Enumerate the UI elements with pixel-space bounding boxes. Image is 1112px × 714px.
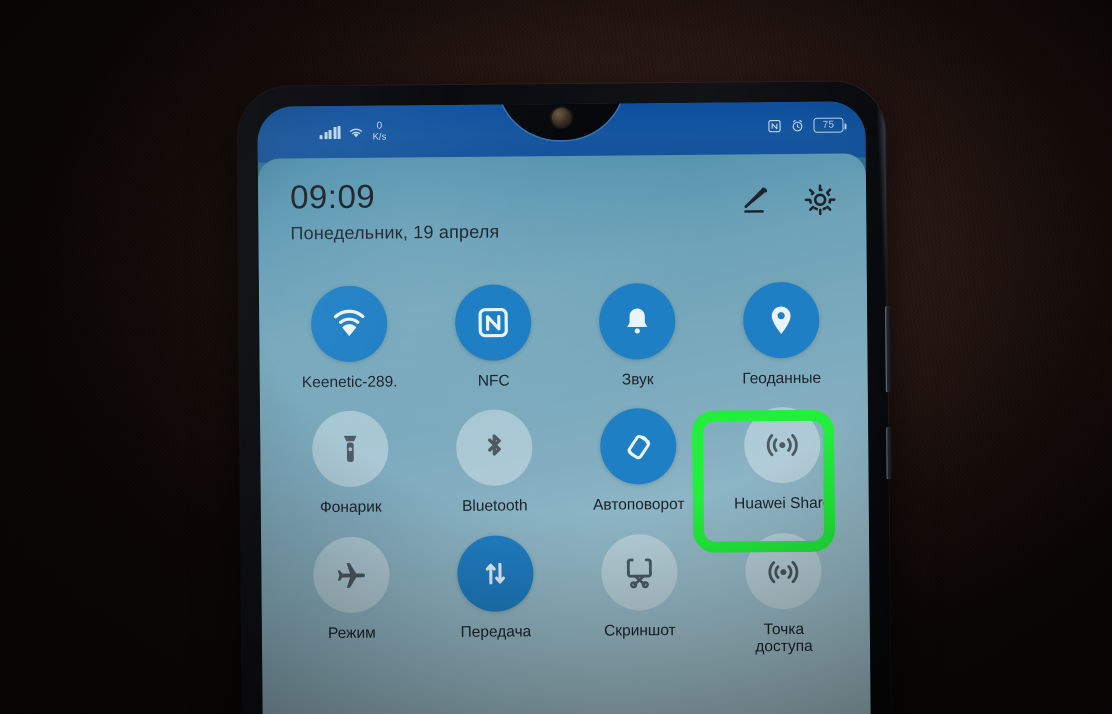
- tile-icon-circle: [601, 533, 678, 611]
- quick-tile-data-transfer[interactable]: Передача: [423, 534, 568, 659]
- network-speed-indicator: 0 K/s: [372, 120, 387, 143]
- cellular-signal-icon: [319, 125, 341, 139]
- data-transfer-icon: [485, 562, 505, 585]
- tile-icon-circle: [454, 284, 532, 361]
- panel-header-actions: [736, 182, 838, 219]
- flashlight-icon: [343, 436, 357, 463]
- tile-icon-circle: [742, 281, 820, 359]
- tile-label: NFC: [477, 372, 510, 390]
- nfc-icon: [478, 307, 508, 338]
- power-button[interactable]: [886, 427, 892, 480]
- quick-settings-panel: 09:09 Понедельник, 19 апреля Keenetic-28…: [257, 153, 871, 714]
- huawei-share-icon: [766, 434, 798, 457]
- front-camera: [551, 107, 571, 128]
- auto-rotate-icon: [627, 435, 651, 460]
- quick-tile-huawei-share[interactable]: Huawei Share: [710, 407, 855, 514]
- wifi-icon: [333, 309, 365, 337]
- tile-icon-circle: [599, 408, 677, 486]
- photo-scene: 0 K/s 75 09:09 Понедельник, 19 апреля Ke…: [0, 0, 1112, 714]
- hotspot-icon: [768, 560, 799, 583]
- volume-button[interactable]: [885, 306, 891, 393]
- display-notch: [497, 101, 626, 141]
- tile-label: Точка доступа: [755, 620, 813, 656]
- bluetooth-icon: [488, 434, 501, 456]
- tile-icon-circle: [310, 285, 388, 363]
- quick-tile-nfc[interactable]: NFC: [421, 284, 566, 391]
- nfc-icon: [767, 119, 781, 133]
- phone-screen: 0 K/s 75 09:09 Понедельник, 19 апреля Ke…: [257, 101, 871, 714]
- gear-settings-icon[interactable]: [802, 182, 838, 218]
- quick-tile-flashlight[interactable]: Фонарик: [278, 410, 423, 518]
- quick-settings-grid: Keenetic-289. NFC Звук Геоданные Фонарик Blue…: [277, 281, 856, 659]
- tile-label: Скриншот: [603, 621, 676, 640]
- tile-icon-circle: [313, 536, 390, 613]
- alarm-clock-icon: [790, 118, 804, 132]
- tile-icon-circle: [743, 407, 821, 484]
- airplane-icon: [337, 562, 365, 588]
- pencil-edit-icon[interactable]: [736, 182, 772, 218]
- quick-tile-location-pin[interactable]: Геоданные: [709, 281, 854, 388]
- status-bar-left: 0 K/s: [319, 120, 387, 143]
- tile-icon-circle: [457, 534, 534, 612]
- tile-icon-circle: [311, 410, 389, 488]
- tile-label: Bluetooth: [461, 497, 528, 516]
- quick-tile-hotspot[interactable]: Точка доступа: [711, 532, 856, 656]
- tile-icon-circle: [598, 283, 676, 360]
- quick-tile-airplane[interactable]: Режим: [279, 536, 424, 660]
- clock-date: Понедельник, 19 апреля: [290, 221, 500, 244]
- tile-label: Передача: [460, 623, 532, 641]
- quick-tile-auto-rotate[interactable]: Автоповорот: [566, 408, 711, 515]
- quick-tile-bluetooth[interactable]: Bluetooth: [422, 409, 567, 516]
- quick-tile-wifi[interactable]: Keenetic-289.: [277, 285, 422, 392]
- status-bar-right: 75: [767, 117, 844, 134]
- bell-sound-icon: [627, 308, 648, 334]
- quick-tile-bell-sound[interactable]: Звук: [565, 283, 710, 390]
- battery-indicator: 75: [813, 117, 844, 133]
- smartphone-device: 0 K/s 75 09:09 Понедельник, 19 апреля Ke…: [237, 81, 892, 714]
- network-speed-unit: K/s: [372, 131, 387, 143]
- quick-tile-screenshot[interactable]: Скриншот: [567, 533, 712, 657]
- location-pin-icon: [771, 306, 791, 334]
- tile-label: Huawei Share: [734, 495, 832, 513]
- clock-block: 09:09 Понедельник, 19 апреля: [289, 177, 500, 245]
- tile-label: Keenetic-289.: [301, 373, 398, 392]
- clock-time: 09:09: [289, 177, 376, 216]
- battery-level: 75: [822, 119, 835, 131]
- tile-label: Автоповорот: [592, 496, 685, 515]
- tile-icon-circle: [745, 532, 822, 610]
- screenshot-icon: [626, 558, 652, 589]
- tile-label: Геоданные: [742, 369, 822, 388]
- tile-label: Звук: [621, 371, 654, 389]
- network-speed-value: 0: [376, 120, 383, 132]
- tile-icon-circle: [455, 409, 533, 487]
- tile-label: Режим: [327, 624, 376, 642]
- tile-label: Фонарик: [319, 498, 382, 517]
- wifi-icon: [347, 125, 364, 138]
